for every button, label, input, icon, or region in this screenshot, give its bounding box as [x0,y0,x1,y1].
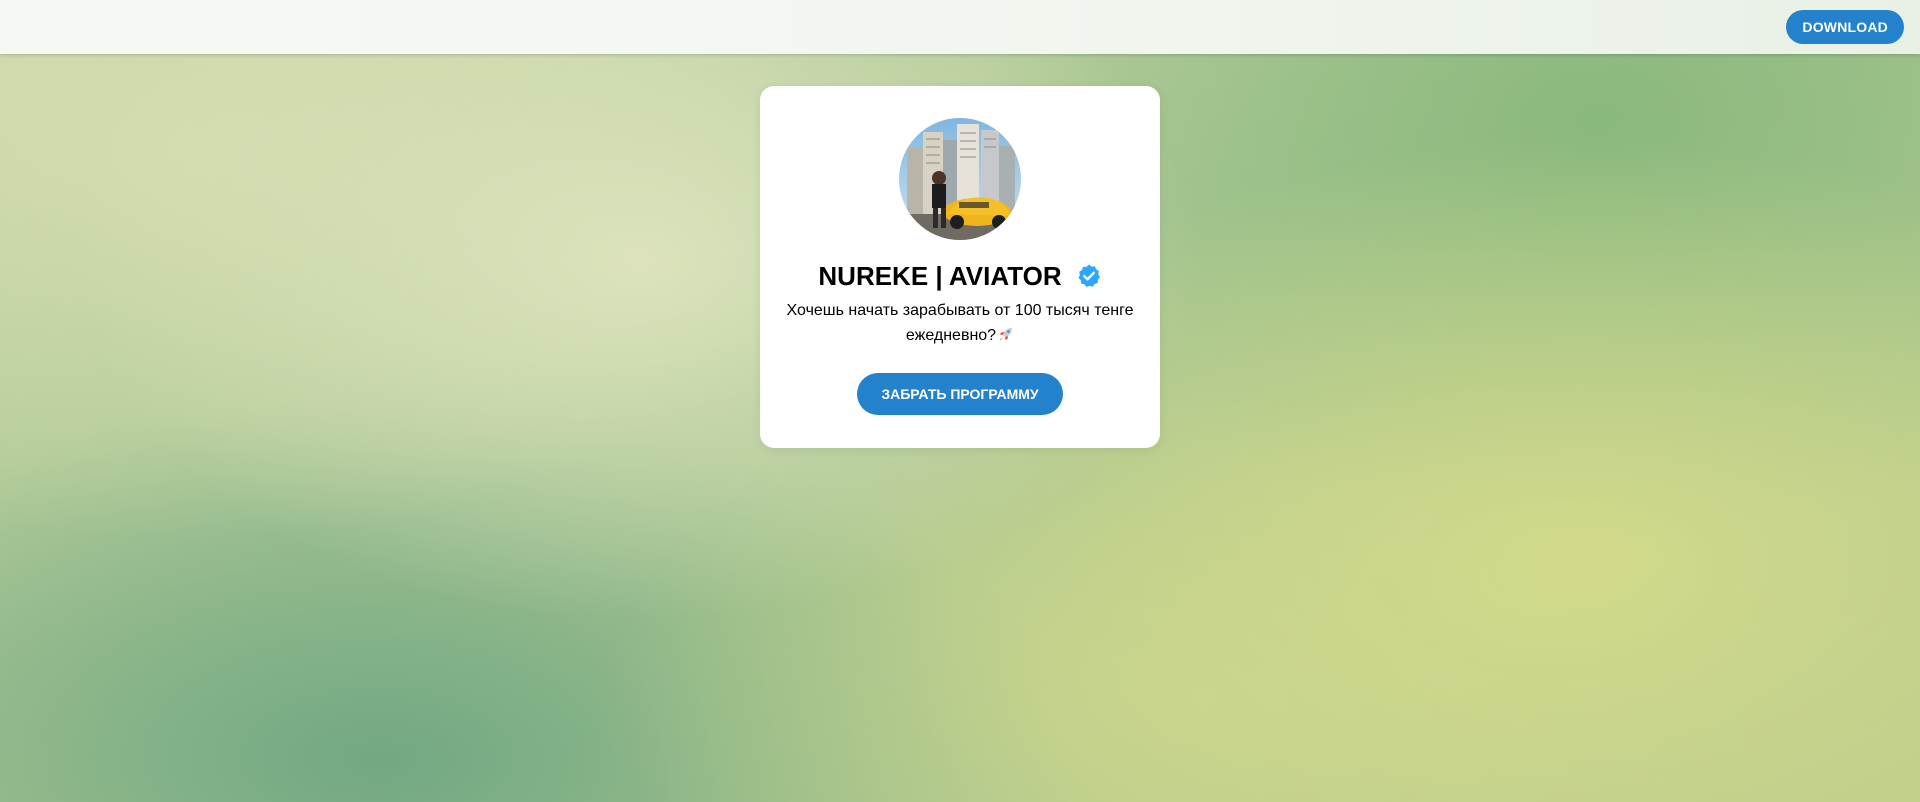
description-text: Хочешь начать зарабывать от 100 тысяч те… [786,302,1134,344]
get-program-button[interactable]: ЗАБРАТЬ ПРОГРАММУ [857,373,1063,415]
profile-card: NUREKE | AVIATOR Хочешь начать зарабыват… [760,86,1160,448]
channel-name: NUREKE | AVIATOR [818,260,1062,291]
verified-badge-icon [1076,263,1102,289]
top-bar: DOWNLOAD [0,0,1920,54]
rocket-icon [998,325,1014,341]
download-button[interactable]: DOWNLOAD [1786,10,1904,44]
title-row: NUREKE | AVIATOR [760,256,1160,296]
avatar [899,118,1021,240]
channel-description: Хочешь начать зарабывать от 100 тысяч те… [780,298,1140,348]
